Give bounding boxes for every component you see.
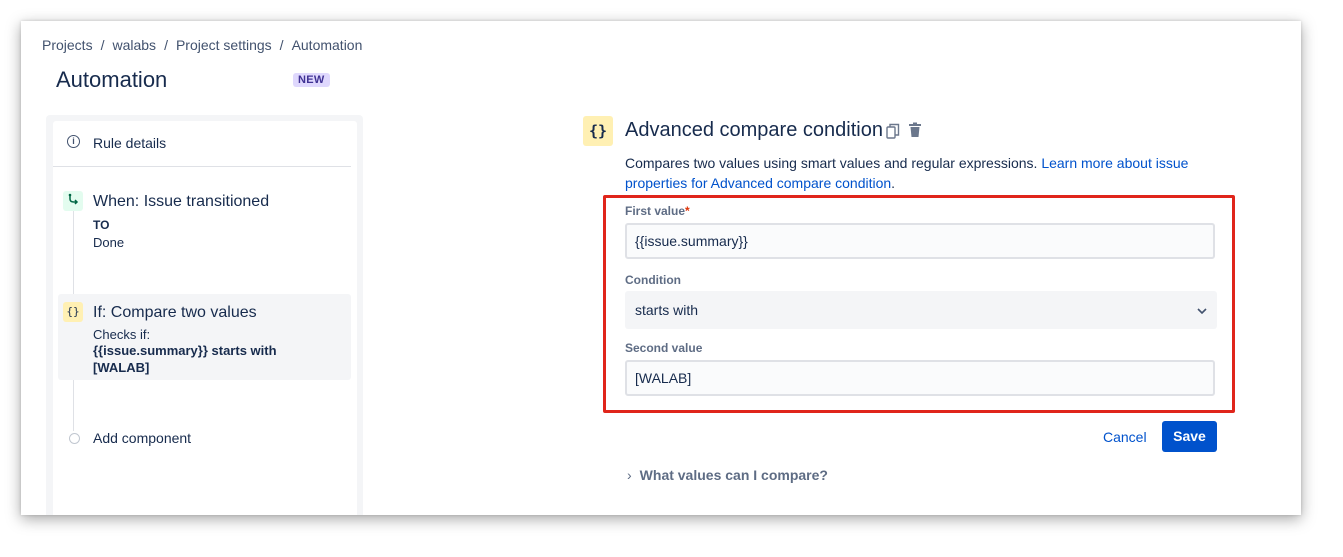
chevron-right-icon: ›	[627, 467, 632, 483]
breadcrumb-project-settings[interactable]: Project settings	[176, 37, 272, 53]
app-window: Projects / walabs / Project settings / A…	[21, 21, 1301, 515]
page-title: Automation	[56, 67, 168, 92]
trash-icon[interactable]	[908, 122, 922, 138]
transition-icon	[63, 191, 83, 211]
required-marker: *	[685, 204, 690, 218]
condition-label: Condition	[625, 273, 681, 287]
condition-description: Compares two values using smart values a…	[625, 153, 1225, 193]
add-component-label: Add component	[93, 430, 192, 446]
second-value-input[interactable]: [WALAB]	[625, 360, 1215, 396]
trigger-sub-value: Done	[93, 235, 125, 250]
braces-icon: {}	[583, 116, 613, 146]
rule-details-item[interactable]: i Rule details	[53, 121, 351, 167]
copy-icon[interactable]	[886, 123, 900, 139]
breadcrumb-separator: /	[100, 37, 105, 53]
first-value-input[interactable]: {{issue.summary}}	[625, 223, 1215, 259]
chevron-down-icon	[1197, 303, 1207, 317]
add-component-item[interactable]: Add component	[58, 426, 351, 454]
description-text: Compares two values using smart values a…	[625, 155, 1042, 171]
condition-select[interactable]: starts with	[625, 291, 1217, 329]
help-toggle[interactable]: › What values can I compare?	[627, 467, 828, 483]
description-end: .	[891, 175, 896, 191]
second-value-label: Second value	[625, 341, 703, 355]
condition-title: If: Compare two values	[93, 304, 257, 321]
braces-icon: {}	[63, 302, 83, 322]
add-component-dot-icon	[69, 433, 80, 444]
info-icon: i	[67, 135, 80, 148]
trigger-title: When: Issue transitioned	[93, 193, 270, 210]
first-value-label-text: First value	[625, 204, 686, 218]
trigger-sub-label: TO	[93, 218, 110, 232]
cancel-button[interactable]: Cancel	[1093, 421, 1157, 453]
condition-config-title: Advanced compare condition	[625, 119, 883, 141]
save-button[interactable]: Save	[1162, 421, 1217, 452]
condition-sub-label: Checks if:	[93, 327, 151, 342]
first-value-label: First value*	[625, 204, 690, 218]
breadcrumb-separator: /	[164, 37, 168, 53]
help-toggle-label: What values can I compare?	[639, 467, 828, 483]
breadcrumb-walabs[interactable]: walabs	[112, 37, 156, 53]
rule-details-label: Rule details	[93, 135, 167, 151]
breadcrumb: Projects / walabs / Project settings / A…	[42, 37, 362, 53]
condition-step[interactable]: {} If: Compare two values Checks if: {{i…	[58, 294, 351, 380]
new-badge: NEW	[293, 73, 330, 87]
condition-detail: {{issue.summary}} starts with [WALAB]	[93, 343, 277, 375]
breadcrumb-automation[interactable]: Automation	[292, 37, 363, 53]
breadcrumb-separator: /	[279, 37, 284, 53]
condition-select-value: starts with	[635, 302, 699, 318]
breadcrumb-projects[interactable]: Projects	[42, 37, 93, 53]
rule-sidebar-inner: i Rule details When: Issue transitioned …	[53, 121, 357, 515]
rule-sidebar: i Rule details When: Issue transitioned …	[46, 115, 363, 515]
trigger-step[interactable]: When: Issue transitioned TO Done	[58, 183, 351, 253]
